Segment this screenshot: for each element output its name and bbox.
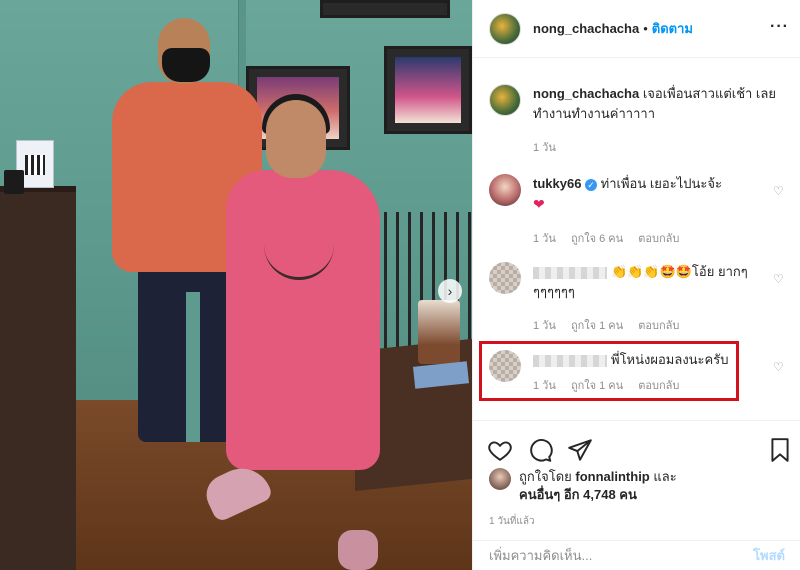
comment-reply-button[interactable]: ตอบกลับ (638, 320, 679, 332)
post-comment-button[interactable]: โพสต์ (753, 545, 785, 566)
comment-time[interactable]: 1 วัน (533, 380, 556, 392)
photo-frame-top (320, 0, 450, 18)
caption-username[interactable]: nong_chachacha (533, 86, 639, 101)
photo-frame-right (384, 46, 472, 134)
photo-woman-dress (226, 170, 380, 470)
save-bookmark-icon[interactable] (767, 437, 793, 463)
comment-likes[interactable]: ถูกใจ 6 คน (571, 233, 623, 245)
post-photo[interactable]: › (0, 0, 472, 570)
caption-time[interactable]: 1 วัน (533, 142, 556, 154)
caption-avatar[interactable] (489, 84, 521, 116)
photo-cup (4, 170, 24, 194)
likes-others-link[interactable]: คนอื่นๆ อีก 4,748 คน (519, 487, 637, 502)
likes-and: และ (653, 469, 677, 484)
author-username[interactable]: nong_chachacha (533, 21, 639, 36)
photo-shoe-right (338, 530, 378, 570)
comment-time[interactable]: 1 วัน (533, 320, 556, 332)
photo-counter (0, 192, 76, 570)
liker-username[interactable]: fonnalinthip (575, 469, 649, 484)
comment-like-heart-icon[interactable]: ♡ (773, 360, 785, 374)
likes-summary: ถูกใจโดย fonnalinthip และ คนอื่นๆ อีก 4,… (489, 468, 677, 504)
commenter-username-blurred[interactable] (533, 266, 607, 279)
photo-pipe (238, 0, 246, 90)
likes-prefix: ถูกใจโดย (519, 469, 572, 484)
post-panel: nong_chachacha • ติดตาม ··· nong_chachac… (472, 0, 800, 570)
comment-like-heart-icon[interactable]: ♡ (773, 184, 785, 198)
comment-bubble-icon[interactable] (527, 437, 553, 463)
add-comment-input[interactable]: เพิ่มความคิดเห็น... (489, 545, 753, 566)
post-caption: nong_chachacha เจอเพื่อนสาวแต่เช้า เลยทำ… (489, 84, 789, 158)
comment-likes[interactable]: ถูกใจ 1 คน (571, 380, 623, 392)
commenter-avatar-blurred[interactable] (489, 350, 521, 382)
next-image-arrow-icon[interactable]: › (438, 279, 462, 303)
add-comment-bar: เพิ่มความคิดเห็น... โพสต์ (473, 540, 800, 570)
verified-badge-icon: ✓ (585, 178, 598, 191)
photo-woman-head (266, 100, 326, 178)
post-time-ago[interactable]: 1 วันที่แล้ว (489, 514, 535, 529)
photo-drink (418, 300, 460, 364)
comment-reply-button[interactable]: ตอบกลับ (638, 233, 679, 245)
comment-like-heart-icon[interactable]: ♡ (773, 272, 785, 286)
commenter-avatar[interactable] (489, 174, 521, 206)
comment-emoji: ❤ (533, 196, 545, 212)
comment-likes[interactable]: ถูกใจ 1 คน (571, 320, 623, 332)
commenter-username-blurred[interactable] (533, 354, 607, 367)
header-separator: • (643, 21, 648, 36)
comment-text: พี่โหน่งผอมลงนะครับ (611, 352, 729, 367)
post-header: nong_chachacha • ติดตาม ··· (473, 0, 800, 58)
commenter-username[interactable]: tukky66 (533, 176, 581, 191)
comment-item: 👏👏👏🤩🤩โอ้ย ยากๆๆๆๆๆๆๆ 1 วัน ถูกใจ 1 คน ตอ… (489, 262, 785, 336)
liker-avatar[interactable] (489, 468, 511, 490)
like-heart-icon[interactable] (487, 437, 513, 463)
comment-reply-button[interactable]: ตอบกลับ (638, 380, 679, 392)
share-paper-plane-icon[interactable] (567, 437, 593, 463)
comment-item: tukky66 ✓ ท่าเพื่อน เยอะไปนะจ้ะ ❤ 1 วัน … (489, 174, 785, 249)
follow-button[interactable]: ติดตาม (652, 18, 693, 39)
comment-text: ท่าเพื่อน เยอะไปนะจ้ะ (600, 176, 722, 191)
photo-man-mask (162, 48, 210, 82)
comment-item-highlighted: พี่โหน่งผอมลงนะครับ 1 วัน ถูกใจ 1 คน ตอบ… (489, 350, 785, 396)
commenter-avatar-blurred[interactable] (489, 262, 521, 294)
more-options-icon[interactable]: ··· (770, 18, 789, 36)
author-avatar[interactable] (489, 12, 521, 45)
comment-time[interactable]: 1 วัน (533, 233, 556, 245)
